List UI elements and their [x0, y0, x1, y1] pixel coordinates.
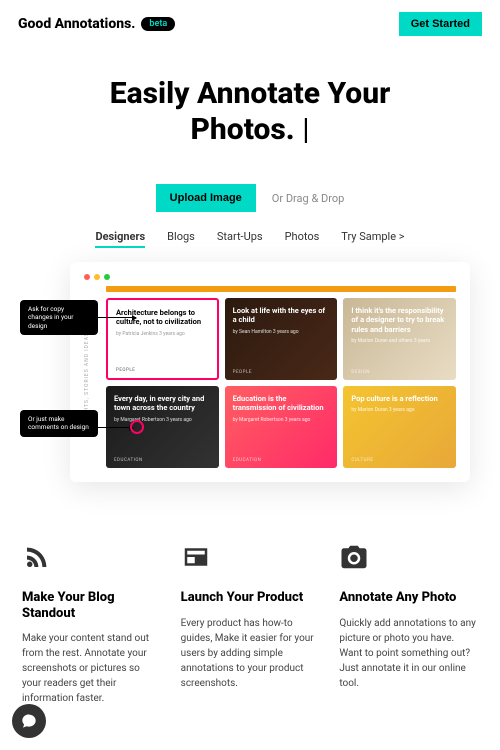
feature-blog: Make Your Blog Standout Make your conten… — [22, 542, 161, 706]
callout-comments: Or just make comments on design — [20, 410, 98, 437]
chat-button[interactable] — [12, 704, 46, 738]
logo-wrap: Good Annotations. beta — [18, 16, 175, 32]
hero-line1: Easily Annotate Your — [110, 76, 391, 111]
card-tag: CULTURE — [351, 458, 373, 463]
demo-card: Architecture belongs to culture, not to … — [106, 298, 219, 380]
tab-designers[interactable]: Designers — [95, 230, 145, 248]
cards-grid: THOUGHTS, STORIES AND IDEAS Architecture… — [78, 298, 462, 474]
camera-icon — [339, 542, 369, 572]
demo-card: Look at life with the eyes of a child by… — [225, 298, 338, 380]
circle-marker-icon — [130, 420, 144, 434]
feature-title: Make Your Blog Standout — [22, 590, 161, 621]
demo-card: Education is the transmission of civiliz… — [225, 386, 338, 468]
beta-badge: beta — [141, 17, 175, 31]
demo-card: I think it's the responsibility of a des… — [343, 298, 456, 380]
upload-row: Upload Image Or Drag & Drop — [0, 184, 500, 212]
features-section: Make Your Blog Standout Make your conten… — [0, 522, 500, 736]
typing-cursor: | — [302, 112, 309, 147]
feature-body: Quickly add annotations to any picture o… — [339, 616, 478, 691]
card-meta: by Sean Hamilton 3 years ago — [233, 329, 330, 335]
feature-body: Make your content stand out from the res… — [22, 631, 161, 706]
card-tag: EDUCATION — [233, 458, 262, 463]
minimize-dot-icon — [94, 274, 100, 280]
arrow-icon — [98, 427, 133, 428]
card-title: Pop culture is a reflection — [351, 394, 448, 403]
feature-title: Annotate Any Photo — [339, 590, 478, 606]
card-title: Look at life with the eyes of a child — [233, 306, 330, 325]
upload-image-button[interactable]: Upload Image — [156, 184, 256, 212]
feature-title: Launch Your Product — [181, 590, 320, 606]
chat-icon — [21, 713, 37, 729]
demo-window: THOUGHTS, STORIES AND IDEAS Architecture… — [70, 262, 470, 482]
tab-try-sample[interactable]: Try Sample > — [341, 230, 404, 248]
card-meta: by Margaret Robertson 3 years ago — [114, 417, 211, 423]
card-title: I think it's the responsibility of a des… — [351, 306, 448, 334]
feature-photo: Annotate Any Photo Quickly add annotatio… — [339, 542, 478, 706]
card-meta: by Marion Duran and others 3 years — [351, 338, 448, 344]
hero-line2: Photos. — [190, 112, 294, 147]
window-icon — [181, 542, 211, 572]
card-tag: PEOPLE — [233, 370, 252, 375]
callout-copy-changes: Ask for copy changes in your design — [20, 300, 98, 335]
get-started-button[interactable]: Get Started — [399, 12, 482, 36]
header: Good Annotations. beta Get Started — [0, 0, 500, 48]
tab-startups[interactable]: Start-Ups — [217, 230, 263, 248]
card-title: Every day, in every city and town across… — [114, 394, 211, 413]
card-meta: by Marion Duran 3 years ago — [351, 407, 448, 413]
feature-body: Every product has how-to guides, Make it… — [181, 616, 320, 691]
feature-product: Launch Your Product Every product has ho… — [181, 542, 320, 706]
demo-container: Ask for copy changes in your design Or j… — [30, 262, 470, 482]
logo-text[interactable]: Good Annotations. — [18, 16, 135, 32]
card-tag: EDUCATION — [114, 458, 143, 463]
card-meta: by Patricia Jenkins 3 years ago — [116, 331, 209, 337]
drag-drop-text: Or Drag & Drop — [272, 192, 345, 205]
expand-dot-icon — [104, 274, 110, 280]
demo-tabs: Designers Blogs Start-Ups Photos Try Sam… — [0, 230, 500, 248]
hero-title: Easily Annotate Your Photos. | — [20, 76, 480, 148]
card-title: Education is the transmission of civiliz… — [233, 394, 330, 413]
demo-card: Pop culture is a reflection by Marion Du… — [343, 386, 456, 468]
arrow-icon — [98, 317, 136, 318]
card-tag: DESIGN — [351, 370, 370, 375]
card-tag: PEOPLE — [116, 368, 135, 373]
window-controls — [78, 270, 462, 286]
tab-photos[interactable]: Photos — [285, 230, 320, 248]
rss-icon — [22, 542, 52, 572]
header-bar — [106, 286, 456, 292]
close-dot-icon — [84, 274, 90, 280]
card-meta: by Margaret Robertson 3 years ago — [233, 417, 330, 423]
tab-blogs[interactable]: Blogs — [167, 230, 195, 248]
hero: Easily Annotate Your Photos. | — [0, 48, 500, 160]
